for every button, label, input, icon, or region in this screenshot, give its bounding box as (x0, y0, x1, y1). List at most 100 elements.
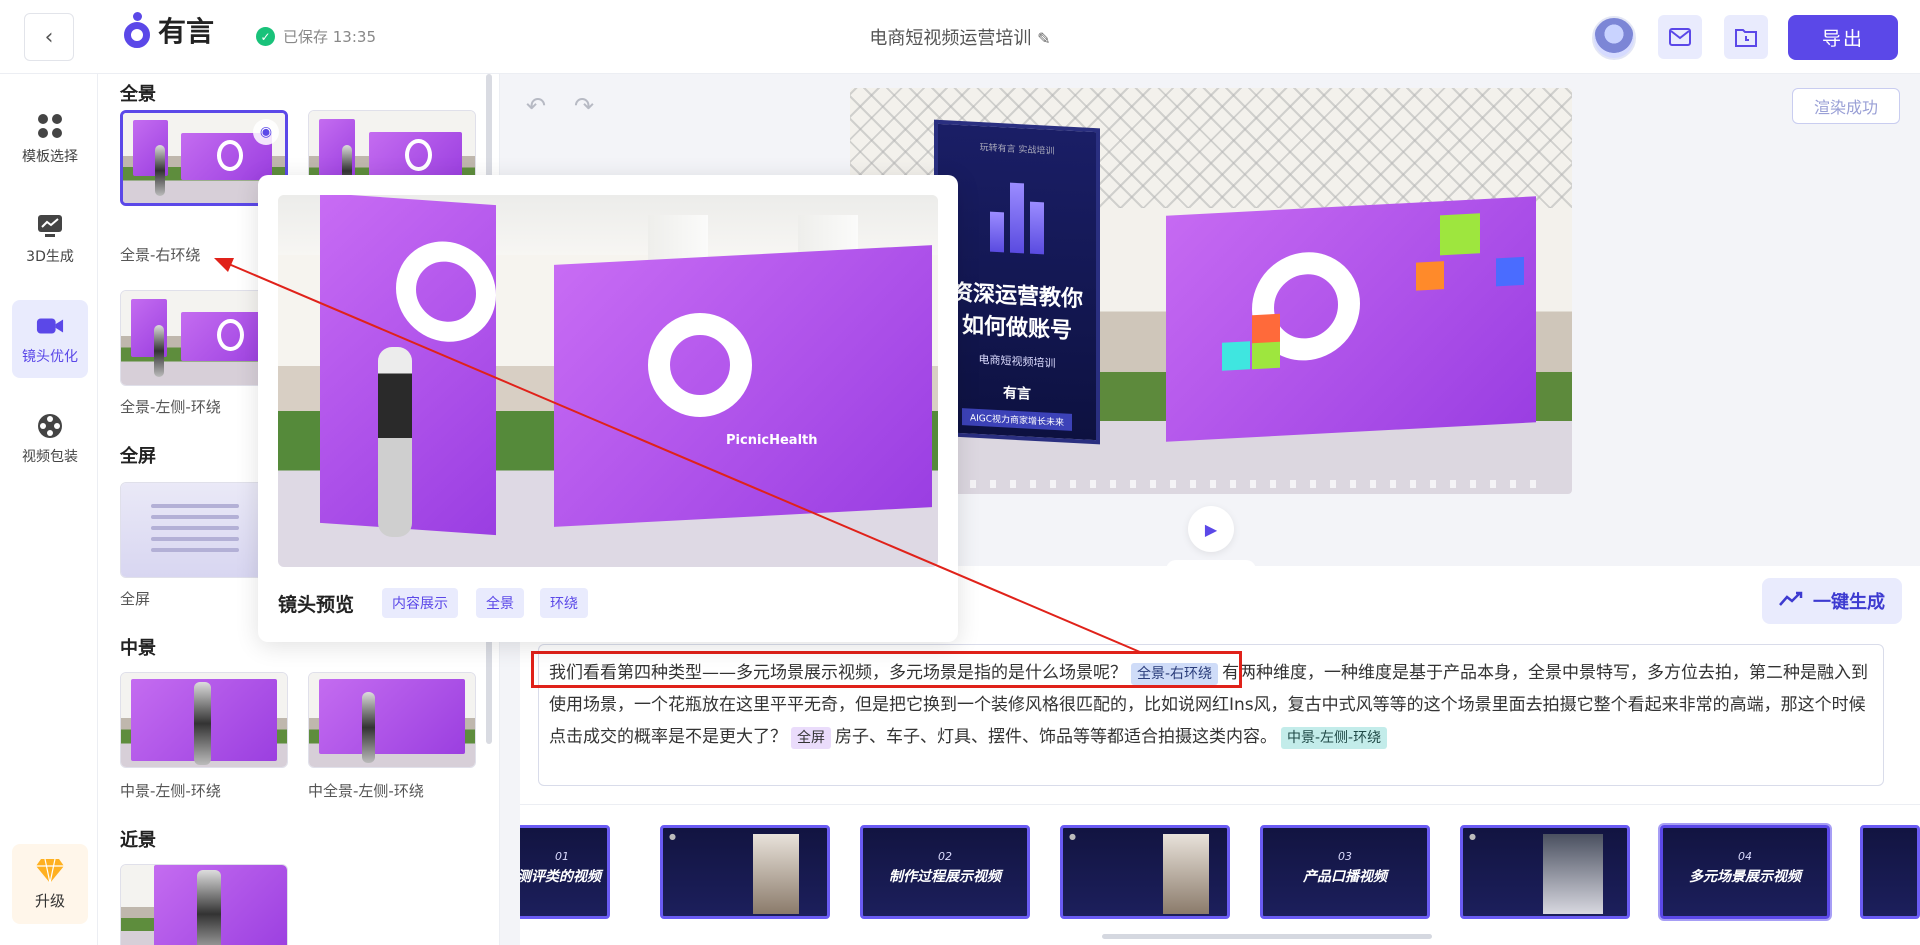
thumb-scene (121, 673, 287, 767)
frame-number: 02 (938, 850, 952, 863)
app-logo: 有言 (124, 10, 214, 50)
template-thumb-medium-full-left[interactable] (308, 672, 476, 768)
frame-number: 04 (1738, 850, 1752, 863)
nav-item-template[interactable]: 模板选择 (12, 100, 88, 178)
film-frame-selected[interactable]: 04 多元场景展示视频 (1660, 825, 1830, 919)
template-thumb-medium-left[interactable] (120, 672, 288, 768)
logo-mark-icon (124, 12, 152, 48)
template-thumb-close[interactable] (120, 864, 288, 945)
popover-tag: 内容展示 (382, 588, 458, 618)
frame-number: 03 (1338, 850, 1352, 863)
edit-pencil-icon[interactable]: ✎ (1037, 29, 1050, 48)
poster-top-text: 玩转有言 实战培训 (979, 143, 1055, 157)
upgrade-label: 升级 (34, 891, 65, 910)
camera-icon (36, 312, 64, 340)
frame-photo (1163, 834, 1209, 914)
frame-number: 01 (555, 850, 569, 863)
chart-monitor-icon (36, 212, 64, 240)
undo-icon[interactable]: ↶ (526, 92, 546, 120)
mail-icon (1669, 28, 1691, 46)
nav-item-camera[interactable]: 镜头优化 (12, 300, 88, 378)
trend-line-icon (1779, 591, 1805, 612)
grid-icon (36, 112, 64, 140)
check-circle-icon: ✓ (256, 27, 275, 46)
popover-title: 镜头预览 (278, 594, 355, 616)
film-frame[interactable]: ● (660, 825, 830, 919)
logo-text: 有言 (158, 15, 215, 48)
section-title-medium: 中景 (120, 638, 156, 659)
frame-label: 测评类的视频 (520, 869, 601, 885)
preview-screen (1166, 196, 1536, 442)
generate-label: 一键生成 (1813, 592, 1885, 613)
render-status-badge: 渲染成功 (1792, 88, 1900, 124)
section-title-fullscreen: 全屏 (120, 446, 156, 467)
frame-photo (753, 834, 799, 914)
poster-bars-graphic (977, 171, 1057, 255)
play-button[interactable]: ▶ (1188, 506, 1234, 552)
eye-icon[interactable]: ◉ (253, 119, 279, 145)
film-frame[interactable]: 03 产品口播视频 (1260, 825, 1430, 919)
film-frame[interactable]: 02 制作过程展示视频 (860, 825, 1030, 919)
save-status: ✓ 已保存 13:35 (256, 26, 376, 47)
frame-label: 产品口播视频 (1303, 869, 1387, 885)
film-frame[interactable] (1860, 825, 1920, 919)
script-segment: 房子、车子、灯具、摆件、饰品等等都适合拍摄这类内容。 (835, 727, 1277, 747)
nav-label: 3D生成 (26, 249, 74, 265)
thumb-caption: 全屏 (120, 590, 151, 608)
section-title-close: 近景 (120, 830, 156, 851)
thumb-caption: 全景-左侧-环绕 (120, 398, 221, 416)
back-button[interactable]: ‹ (24, 13, 74, 61)
redo-icon[interactable]: ↷ (574, 92, 594, 120)
thumb-caption: 中全景-左侧-环绕 (308, 782, 424, 800)
upgrade-button[interactable]: 升级 (12, 844, 88, 924)
one-click-generate-button[interactable]: 一键生成 (1762, 578, 1902, 624)
film-frame[interactable]: ● (1460, 825, 1630, 919)
nav-label: 视频包装 (22, 449, 78, 465)
frame-label: 制作过程展示视频 (889, 869, 1001, 885)
poster-footer: AIGC视力商家增长未来 (962, 408, 1072, 431)
thumb-caption: 全景-右环绕 (120, 246, 201, 264)
nav-label: 镜头优化 (22, 349, 78, 365)
camera-tag[interactable]: 全屏 (791, 727, 831, 749)
play-icon: ▶ (1204, 519, 1218, 539)
nav-label: 模板选择 (22, 149, 78, 165)
doc-title[interactable]: 电商短视频运营培训 (869, 28, 1031, 49)
frame-photo (1543, 834, 1603, 914)
top-bar: ‹ 有言 ✓ 已保存 13:35 电商短视频运营培训 ✎ 导出 (0, 0, 1920, 74)
preview-poster: 玩转有言 实战培训 资深运营教你 如何做账号 电商短视频培训 有言 AIGC视力… (934, 119, 1100, 445)
message-button[interactable] (1658, 15, 1702, 59)
film-reel-icon (36, 412, 64, 440)
camera-preview-popover: PicnicHealth 镜头预览 内容展示 全景 环绕 (258, 175, 958, 642)
annotation-highlight-box (531, 651, 1242, 688)
user-avatar[interactable] (1592, 16, 1636, 60)
preview-brand-text: PicnicHealth (726, 433, 818, 448)
filmstrip-scrollbar[interactable] (1102, 934, 1432, 939)
frame-label: 多元场景展示视频 (1689, 869, 1801, 885)
popover-tag: 环绕 (540, 588, 588, 618)
diamond-icon (36, 858, 64, 883)
camera-tag[interactable]: 中景-左侧-环绕 (1281, 727, 1388, 749)
filmstrip: 01 测评类的视频 ● 02 制作过程展示视频 ● 03 产品口播视频 ● 04… (520, 804, 1920, 945)
left-nav: 模板选择 3D生成 镜头优化 视频包装 升级 (0, 74, 98, 945)
section-title-panorama: 全景 (120, 84, 156, 105)
frame-tag: ● (1469, 832, 1476, 841)
thumb-scene (309, 673, 475, 767)
preview-dots (950, 480, 1550, 488)
chevron-left-icon: ‹ (44, 24, 54, 50)
export-button[interactable]: 导出 (1788, 15, 1898, 60)
nav-item-3d[interactable]: 3D生成 (12, 200, 88, 278)
video-preview[interactable]: 玩转有言 实战培训 资深运营教你 如何做账号 电商短视频培训 有言 AIGC视力… (850, 88, 1572, 494)
poster-subtitle: 电商短视频培训 (978, 352, 1056, 371)
film-frame[interactable]: 01 测评类的视频 (520, 825, 610, 919)
nav-item-packaging[interactable]: 视频包装 (12, 400, 88, 478)
camera-preview-image: PicnicHealth (278, 195, 938, 567)
folder-clock-icon (1735, 29, 1757, 47)
frame-tag: ● (669, 832, 676, 841)
poster-logo: 有言 (1003, 385, 1031, 403)
popover-tag: 全景 (476, 588, 524, 618)
film-frame[interactable]: ● (1060, 825, 1230, 919)
frame-tag: ● (1069, 832, 1076, 841)
avatar-figure (378, 347, 412, 537)
thumb-scene (121, 865, 287, 945)
history-button[interactable] (1724, 15, 1768, 59)
